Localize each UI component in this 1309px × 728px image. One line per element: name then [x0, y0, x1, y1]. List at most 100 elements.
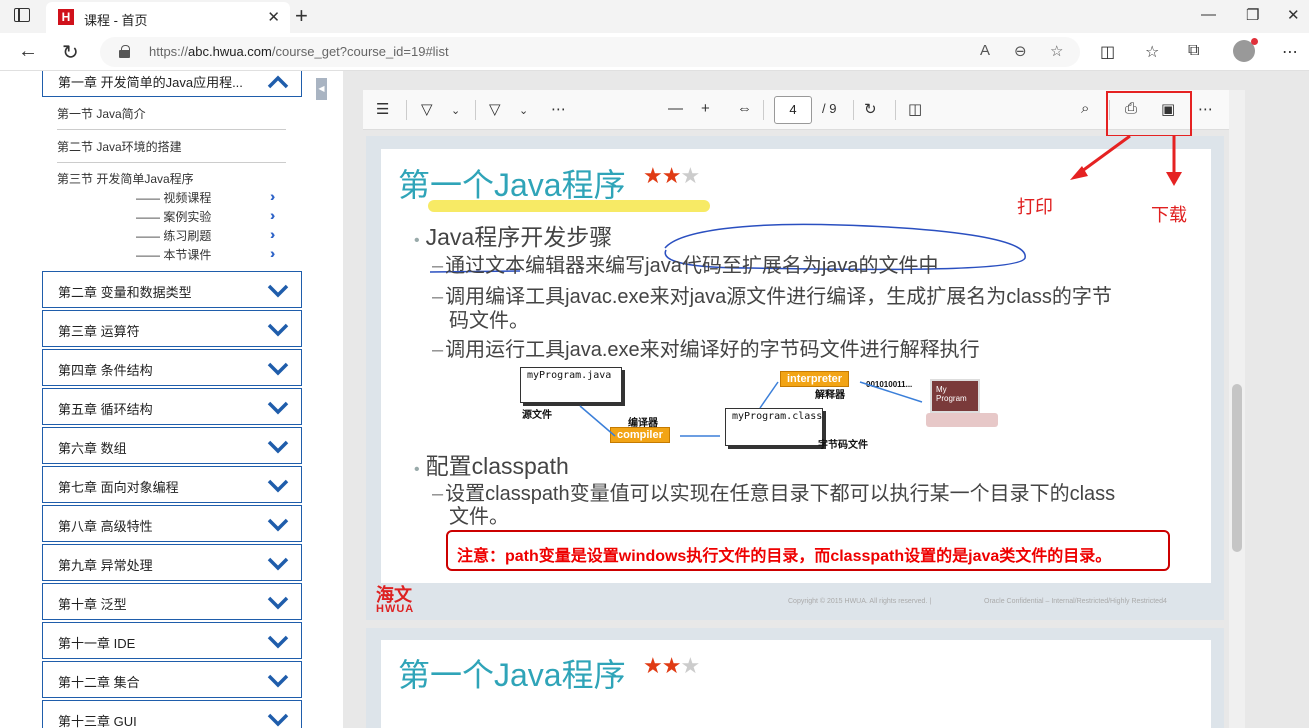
lock-icon[interactable]: [119, 45, 130, 58]
chevron-down-icon[interactable]: [267, 635, 289, 649]
profile-avatar[interactable]: [1233, 38, 1258, 62]
divider: [853, 100, 854, 120]
highlight-icon[interactable]: ▽: [421, 100, 433, 118]
chapter-item[interactable]: 第六章 数组: [42, 427, 302, 464]
browser-tab[interactable]: H 课程 - 首页 ✕: [46, 2, 290, 33]
slide-title: 第一个Java程序: [398, 167, 626, 203]
chapter-item[interactable]: 第二章 变量和数据类型: [42, 271, 302, 308]
download-annotation: 下载: [1151, 205, 1187, 225]
annotation-arrows: [1070, 134, 1182, 186]
chapter-title: 第八章 高级特性: [58, 519, 153, 534]
chapter-title: 第十章 泛型: [58, 597, 127, 612]
subitem-slides[interactable]: —— 本节课件: [136, 246, 211, 263]
divider: [475, 100, 476, 120]
chevron-down-icon[interactable]: [267, 401, 289, 415]
maximize-icon[interactable]: ❐: [1246, 6, 1259, 24]
chapter-item[interactable]: 第九章 异常处理: [42, 544, 302, 581]
slide-title-next: 第一个Java程序: [398, 657, 626, 693]
collapse-sidebar-icon[interactable]: ◀: [316, 78, 327, 100]
list-item: – 设置classpath变量值可以实现在任意目录下都可以执行某一个目录下的cla…: [432, 483, 1116, 505]
list-item: – 通过文本编辑器来编写java代码至扩展名为java的文件中: [432, 255, 939, 277]
double-chevron-right-icon[interactable]: ››: [270, 245, 277, 261]
subitem-practice[interactable]: —— 练习刷题: [136, 227, 211, 244]
divider: [57, 162, 286, 163]
chapter-item[interactable]: 第五章 循环结构: [42, 388, 302, 425]
chevron-down-icon[interactable]: [267, 557, 289, 571]
site-favicon-icon: H: [58, 9, 74, 25]
chevron-down-icon[interactable]: ⌄: [519, 104, 528, 117]
chevron-down-icon[interactable]: [267, 284, 289, 298]
collections-icon[interactable]: ⧉: [1188, 42, 1199, 60]
close-tab-icon[interactable]: ✕: [267, 8, 280, 26]
chapter-item[interactable]: 第七章 面向对象编程: [42, 466, 302, 503]
double-chevron-right-icon[interactable]: ››: [270, 207, 277, 223]
chapter-item[interactable]: 第十二章 集合: [42, 661, 302, 698]
chapter-title: 第六章 数组: [58, 441, 127, 456]
zoom-icon[interactable]: ⊖: [1014, 42, 1027, 60]
note-box: 注意：path变量是设置windows执行文件的目录，而classpath设置的…: [446, 530, 1170, 571]
rotate-icon[interactable]: ↻: [864, 100, 877, 118]
fit-page-icon[interactable]: ⇔: [737, 100, 752, 117]
search-icon[interactable]: ⌕: [1081, 100, 1089, 117]
course-sidebar: 第一章 开发简单的Java应用程... 第一节 Java简介 第二节 Java环…: [0, 71, 315, 728]
chapter-item[interactable]: 第十一章 IDE: [42, 622, 302, 659]
contents-icon[interactable]: ☰: [376, 100, 389, 118]
new-tab-icon[interactable]: +: [295, 3, 308, 29]
rating-stars-next: ★★★: [643, 653, 700, 678]
tab-actions-icon[interactable]: [14, 8, 30, 22]
more-menu-icon[interactable]: ⋯: [1282, 42, 1298, 62]
chevron-down-icon[interactable]: [267, 674, 289, 688]
zoom-out-icon[interactable]: —: [668, 100, 683, 117]
more-tools-icon[interactable]: ⋯: [551, 100, 566, 118]
split-screen-icon[interactable]: ◫: [1100, 42, 1115, 62]
zoom-in-icon[interactable]: +: [701, 100, 710, 117]
back-icon[interactable]: ←: [18, 40, 38, 63]
chapter-title: 第三章 运算符: [58, 324, 140, 339]
minimize-icon[interactable]: —: [1201, 6, 1216, 23]
double-chevron-right-icon[interactable]: ››: [270, 188, 277, 204]
read-aloud-icon[interactable]: A: [980, 42, 990, 59]
section-item[interactable]: 第二节 Java环境的搭建: [57, 138, 182, 155]
divider: [763, 100, 764, 120]
chapter-item[interactable]: 第八章 高级特性: [42, 505, 302, 542]
page-view-icon[interactable]: ◫: [908, 100, 922, 118]
rating-stars: ★★★: [643, 163, 700, 188]
refresh-icon[interactable]: ↻: [62, 40, 79, 65]
chevron-down-icon[interactable]: [267, 713, 289, 727]
chapter-item[interactable]: 第三章 运算符: [42, 310, 302, 347]
chevron-down-icon[interactable]: [267, 323, 289, 337]
chevron-down-icon[interactable]: [267, 518, 289, 532]
draw-icon[interactable]: ▽: [489, 100, 501, 118]
chapter-title: 第一章 开发简单的Java应用程...: [58, 75, 243, 90]
chevron-down-icon[interactable]: [267, 479, 289, 493]
print-annotation: 打印: [1017, 197, 1053, 217]
favorite-add-icon[interactable]: ☆: [1050, 42, 1063, 60]
url-input[interactable]: https://abc.hwua.com/course_get?course_i…: [100, 37, 1080, 67]
scrollbar-thumb[interactable]: [1232, 384, 1242, 552]
subitem-video[interactable]: —— 视频课程: [136, 189, 211, 206]
computer-screen: My Program: [930, 379, 980, 413]
section-item[interactable]: 第一节 Java简介: [57, 105, 146, 122]
chapter-item[interactable]: 第十三章 GUI: [42, 700, 302, 728]
computer-base: [926, 413, 998, 427]
tab-title: 课程 - 首页: [84, 13, 148, 28]
chevron-down-icon[interactable]: [267, 440, 289, 454]
chevron-down-icon[interactable]: [267, 362, 289, 376]
chapter-item[interactable]: 第十章 泛型: [42, 583, 302, 620]
chevron-down-icon[interactable]: ⌄: [451, 104, 460, 117]
double-chevron-right-icon[interactable]: ››: [270, 226, 277, 242]
copyright-text: Copyright © 2015 HWUA. All rights reserv…: [788, 598, 932, 605]
chapter-item[interactable]: 第四章 条件结构: [42, 349, 302, 386]
subitem-lab[interactable]: —— 案例实验: [136, 208, 211, 225]
page-number-input[interactable]: 4: [774, 96, 812, 124]
favorites-icon[interactable]: ☆: [1145, 42, 1159, 62]
chapter-1-header[interactable]: 第一章 开发简单的Java应用程...: [42, 71, 302, 97]
chevron-down-icon[interactable]: [267, 596, 289, 610]
chevron-up-icon[interactable]: [267, 75, 289, 89]
section-item[interactable]: 第三节 开发简单Java程序: [57, 170, 194, 187]
list-item: – 调用运行工具java.exe来对编译好的字节码文件进行解释执行: [432, 339, 980, 361]
url-text: https://abc.hwua.com/course_get?course_i…: [149, 44, 449, 59]
bullet-heading: • 配置classpath: [414, 453, 569, 479]
close-window-icon[interactable]: ✕: [1287, 6, 1300, 24]
more-menu-icon[interactable]: ⋯: [1198, 100, 1213, 118]
